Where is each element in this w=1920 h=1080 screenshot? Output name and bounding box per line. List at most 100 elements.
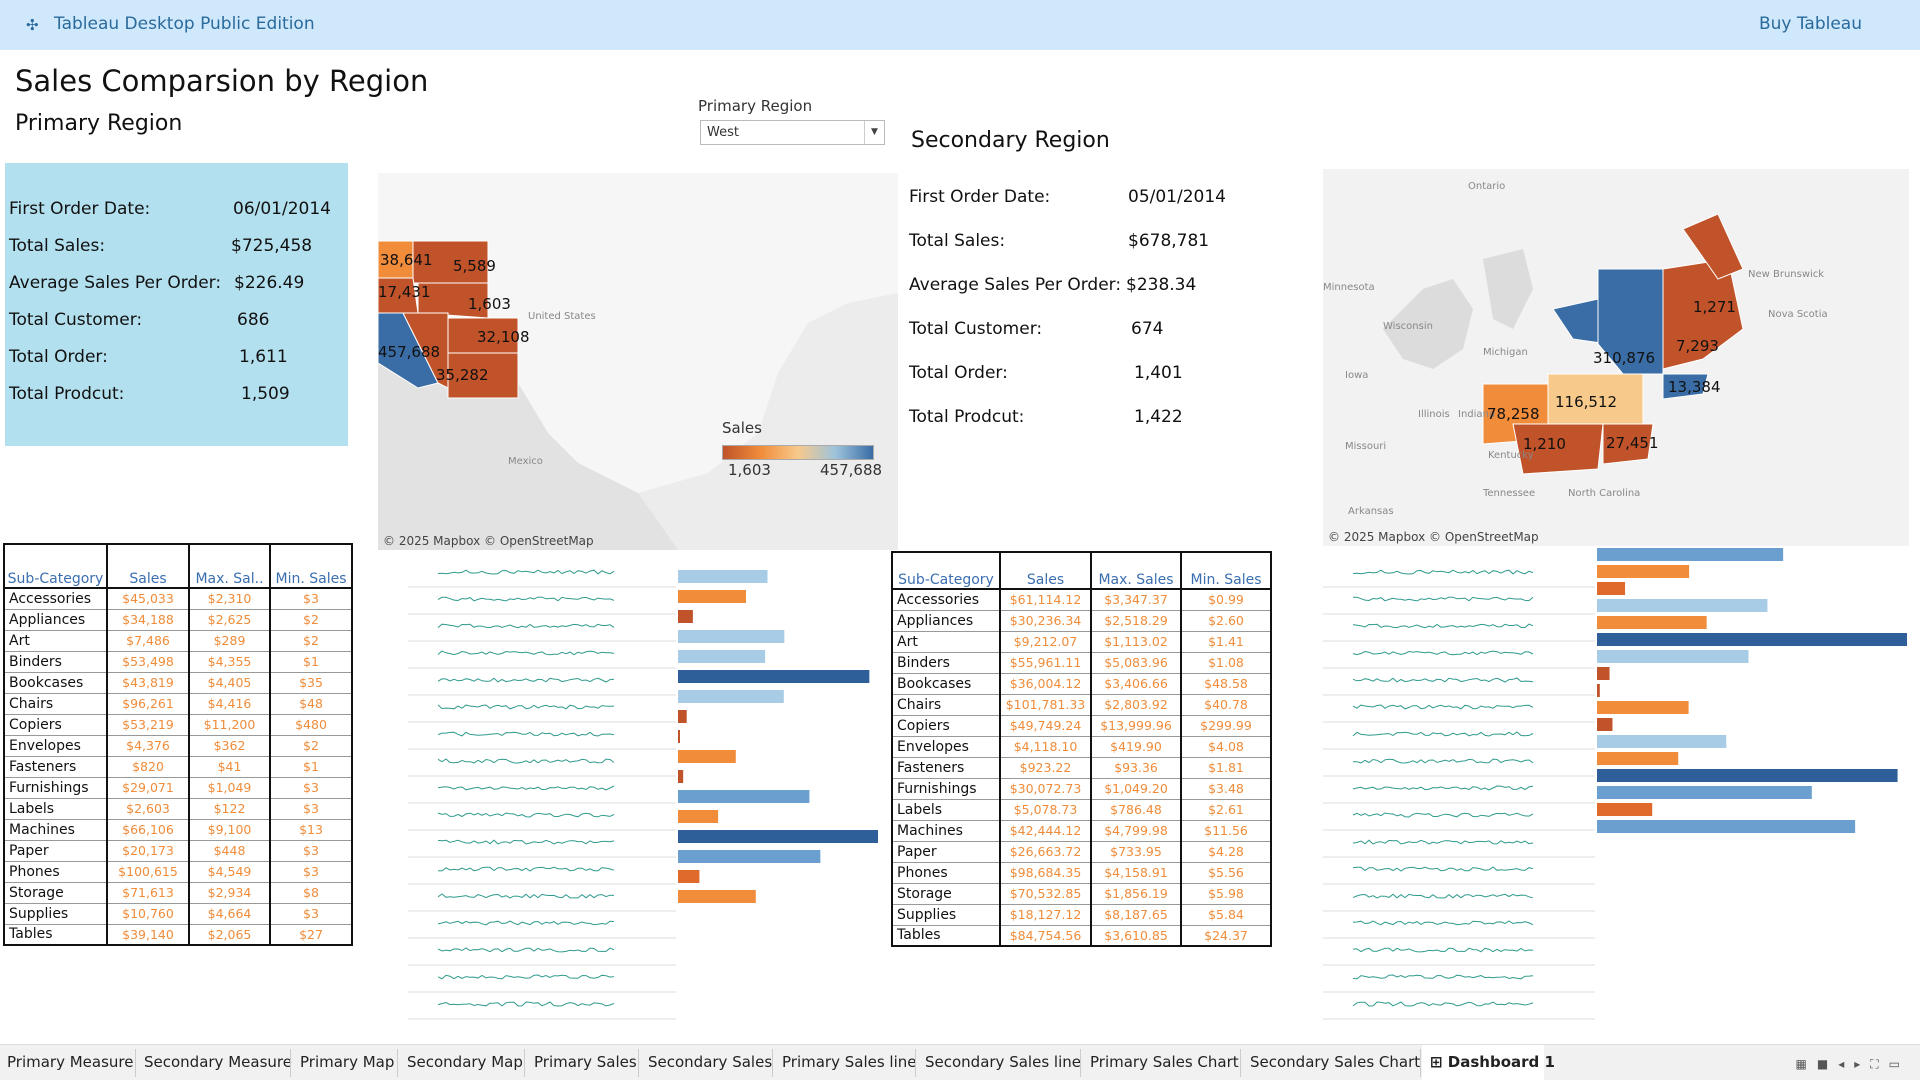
- table-row[interactable]: Phones $100,615 $4,549 $3: [3, 861, 353, 883]
- table-row[interactable]: Chairs $101,781.33 $2,803.92 $40.78: [891, 694, 1272, 716]
- subcategory-cell: Machines: [3, 819, 108, 841]
- secondary-map[interactable]: Ontario Minnesota Wisconsin Michigan Iow…: [1323, 169, 1909, 546]
- subcategory-cell: Paper: [891, 841, 1001, 863]
- value-cell: $3: [269, 840, 353, 862]
- value-cell: $53,219: [106, 714, 190, 736]
- table-row[interactable]: Appliances $30,236.34 $2,518.29 $2.60: [891, 610, 1272, 632]
- value-cell: $53,498: [106, 651, 190, 673]
- tab-primary-measure[interactable]: Primary Measure: [7, 1053, 133, 1071]
- sales-bar: [678, 630, 785, 643]
- sheet-nav-icons[interactable]: ▦■◂▸⛶▭: [1796, 1057, 1910, 1072]
- table-row[interactable]: Binders $53,498 $4,355 $1: [3, 651, 353, 673]
- table-row[interactable]: Fasteners $923.22 $93.36 $1.81: [891, 757, 1272, 779]
- primary-sales-sparklines[interactable]: [408, 560, 676, 1030]
- sheet-tabs-bar: Primary Measure Secondary Measure Primar…: [0, 1044, 1920, 1080]
- tab-primary-map[interactable]: Primary Map: [300, 1053, 394, 1071]
- table-row[interactable]: Supplies $10,760 $4,664 $3: [3, 903, 353, 925]
- table-row[interactable]: Storage $70,532.85 $1,856.19 $5.98: [891, 883, 1272, 905]
- value-cell: $18,127.12: [999, 904, 1092, 926]
- tab-primary-sales-chart[interactable]: Primary Sales Chart: [1090, 1053, 1239, 1071]
- table-row[interactable]: Paper $20,173 $448 $3: [3, 840, 353, 862]
- tab-dashboard-1[interactable]: ⊞ Dashboard 1: [1430, 1053, 1555, 1071]
- primary-region-dropdown[interactable]: West ▼: [700, 120, 885, 145]
- sales-bar: [678, 730, 680, 743]
- table-row[interactable]: Phones $98,684.35 $4,158.91 $5.56: [891, 862, 1272, 884]
- table-row[interactable]: Copiers $49,749.24 $13,999.96 $299.99: [891, 715, 1272, 737]
- kpi-value: $725,458: [231, 236, 313, 256]
- col-header-subcategory[interactable]: Sub-Category: [891, 551, 1001, 590]
- chevron-down-icon[interactable]: ▼: [864, 121, 884, 144]
- value-cell: $4,416: [188, 693, 271, 715]
- table-row[interactable]: Binders $55,961.11 $5,083.96 $1.08: [891, 652, 1272, 674]
- tab-secondary-sales-line[interactable]: Secondary Sales line: [925, 1053, 1081, 1071]
- map-value: 38,641: [380, 251, 433, 269]
- kpi-label: Total Customer:: [9, 310, 143, 330]
- buy-tableau-link[interactable]: Buy Tableau: [1759, 14, 1862, 34]
- table-row[interactable]: Copiers $53,219 $11,200 $480: [3, 714, 353, 736]
- table-row[interactable]: Chairs $96,261 $4,416 $48: [3, 693, 353, 715]
- tab-separator: [1080, 1049, 1081, 1077]
- table-row[interactable]: Accessories $45,033 $2,310 $3: [3, 588, 353, 610]
- col-header-max-sales[interactable]: Max. Sales: [1090, 551, 1182, 590]
- kpi-value: $226.49: [234, 273, 305, 293]
- value-cell: $480: [269, 714, 353, 736]
- subcategory-cell: Phones: [3, 861, 108, 883]
- primary-sales-bars[interactable]: [676, 560, 881, 1030]
- table-row[interactable]: Labels $5,078.73 $786.48 $2.61: [891, 799, 1272, 821]
- subcategory-cell: Labels: [3, 798, 108, 820]
- kpi-value: 1,401: [1134, 363, 1183, 383]
- tab-separator: [397, 1049, 398, 1077]
- subcategory-cell: Storage: [3, 882, 108, 904]
- sales-sparkline: [1352, 893, 1534, 899]
- secondary-subcategory-table[interactable]: Sub-Category Sales Max. Sales Min. Sales…: [891, 551, 1272, 947]
- dropdown-value: West: [707, 125, 739, 140]
- table-row[interactable]: Tables $84,754.56 $3,610.85 $24.37: [891, 925, 1272, 947]
- secondary-sales-bars[interactable]: [1595, 546, 1910, 896]
- value-cell: $36,004.12: [999, 673, 1092, 695]
- tab-secondary-sales[interactable]: Secondary Sales: [648, 1053, 772, 1071]
- tab-primary-sales-line[interactable]: Primary Sales line: [782, 1053, 917, 1071]
- table-row[interactable]: Envelopes $4,118.10 $419.90 $4.08: [891, 736, 1272, 758]
- value-cell: $2: [269, 609, 353, 631]
- table-row[interactable]: Art $9,212.07 $1,113.02 $1.41: [891, 631, 1272, 653]
- table-row[interactable]: Labels $2,603 $122 $3: [3, 798, 353, 820]
- table-row[interactable]: Envelopes $4,376 $362 $2: [3, 735, 353, 757]
- value-cell: $448: [188, 840, 271, 862]
- table-row[interactable]: Furnishings $29,071 $1,049 $3: [3, 777, 353, 799]
- table-row[interactable]: Bookcases $43,819 $4,405 $35: [3, 672, 353, 694]
- table-row[interactable]: Furnishings $30,072.73 $1,049.20 $3.48: [891, 778, 1272, 800]
- table-row[interactable]: Art $7,486 $289 $2: [3, 630, 353, 652]
- primary-map[interactable]: United States Mexico 38,641 5,589 17,431…: [378, 173, 898, 550]
- tab-secondary-sales-chart[interactable]: Secondary Sales Chart: [1250, 1053, 1420, 1071]
- table-row[interactable]: Fasteners $820 $41 $1: [3, 756, 353, 778]
- sales-bar: [1597, 599, 1768, 612]
- value-cell: $45,033: [106, 588, 190, 610]
- table-row[interactable]: Bookcases $36,004.12 $3,406.66 $48.58: [891, 673, 1272, 695]
- table-row[interactable]: Accessories $61,114.12 $3,347.37 $0.99: [891, 589, 1272, 611]
- value-cell: $1,049: [188, 777, 271, 799]
- col-header-subcategory[interactable]: Sub-Category: [3, 543, 108, 589]
- col-header-sales[interactable]: Sales: [106, 543, 190, 589]
- table-row[interactable]: Machines $42,444.12 $4,799.98 $11.56: [891, 820, 1272, 842]
- secondary-sales-sparklines[interactable]: [1323, 560, 1595, 1030]
- col-header-min-sales[interactable]: Min. Sales: [1180, 551, 1272, 590]
- table-row[interactable]: Appliances $34,188 $2,625 $2: [3, 609, 353, 631]
- table-row[interactable]: Paper $26,663.72 $733.95 $4.28: [891, 841, 1272, 863]
- sales-sparkline: [437, 893, 615, 899]
- place-label: Arkansas: [1348, 506, 1394, 517]
- table-row[interactable]: Supplies $18,127.12 $8,187.65 $5.84: [891, 904, 1272, 926]
- value-cell: $26,663.72: [999, 841, 1092, 863]
- col-header-min-sales[interactable]: Min. Sales: [269, 543, 353, 589]
- table-row[interactable]: Storage $71,613 $2,934 $8: [3, 882, 353, 904]
- tab-secondary-map[interactable]: Secondary Map: [407, 1053, 523, 1071]
- table-row[interactable]: Machines $66,106 $9,100 $13: [3, 819, 353, 841]
- col-header-max-sales[interactable]: Max. Sal..: [188, 543, 271, 589]
- tab-secondary-measure[interactable]: Secondary Measure: [144, 1053, 292, 1071]
- tab-primary-sales[interactable]: Primary Sales: [534, 1053, 637, 1071]
- value-cell: $419.90: [1090, 736, 1182, 758]
- primary-subcategory-table[interactable]: Sub-Category Sales Max. Sal.. Min. Sales…: [3, 543, 353, 946]
- place-label: Nova Scotia: [1768, 309, 1828, 320]
- table-row[interactable]: Tables $39,140 $2,065 $27: [3, 924, 353, 946]
- sales-sparkline: [1353, 758, 1534, 764]
- col-header-sales[interactable]: Sales: [999, 551, 1092, 590]
